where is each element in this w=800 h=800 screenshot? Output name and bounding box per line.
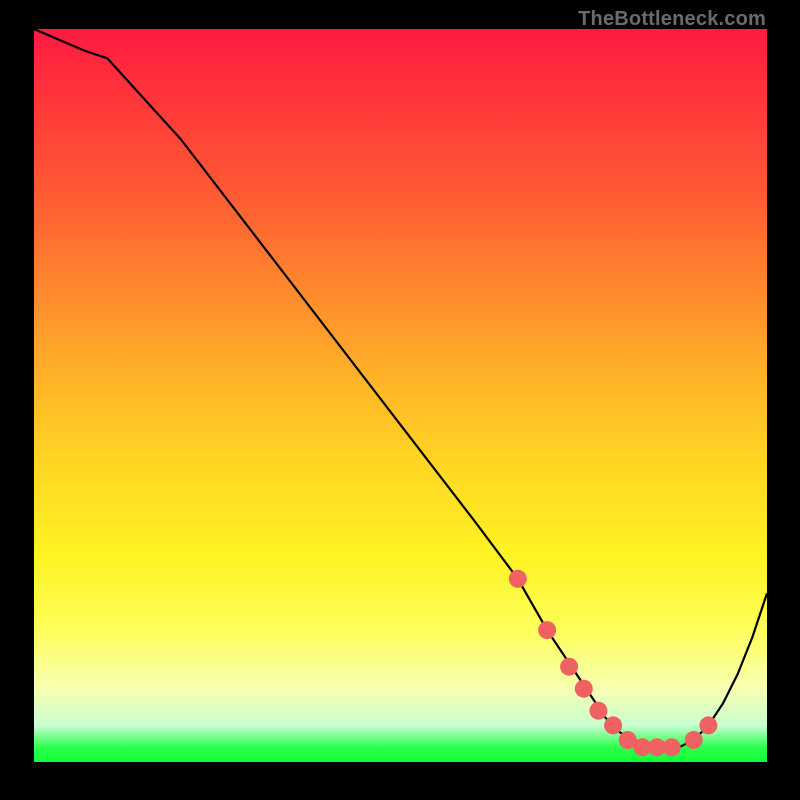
chart-root: TheBottleneck.com [0, 0, 800, 800]
branding-watermark: TheBottleneck.com [578, 8, 766, 31]
highlight-dot [589, 702, 607, 720]
highlight-dot [560, 658, 578, 676]
bottleneck-curve [34, 29, 767, 747]
highlight-dot [685, 731, 703, 749]
highlight-dot [575, 680, 593, 698]
curve-layer [34, 29, 767, 747]
highlight-dots [509, 570, 718, 757]
highlight-dot [699, 716, 717, 734]
chart-svg [34, 29, 767, 762]
plot-area [34, 29, 767, 762]
highlight-dot [663, 738, 681, 756]
highlight-dot [509, 570, 527, 588]
highlight-dot [538, 621, 556, 639]
highlight-dot [604, 716, 622, 734]
